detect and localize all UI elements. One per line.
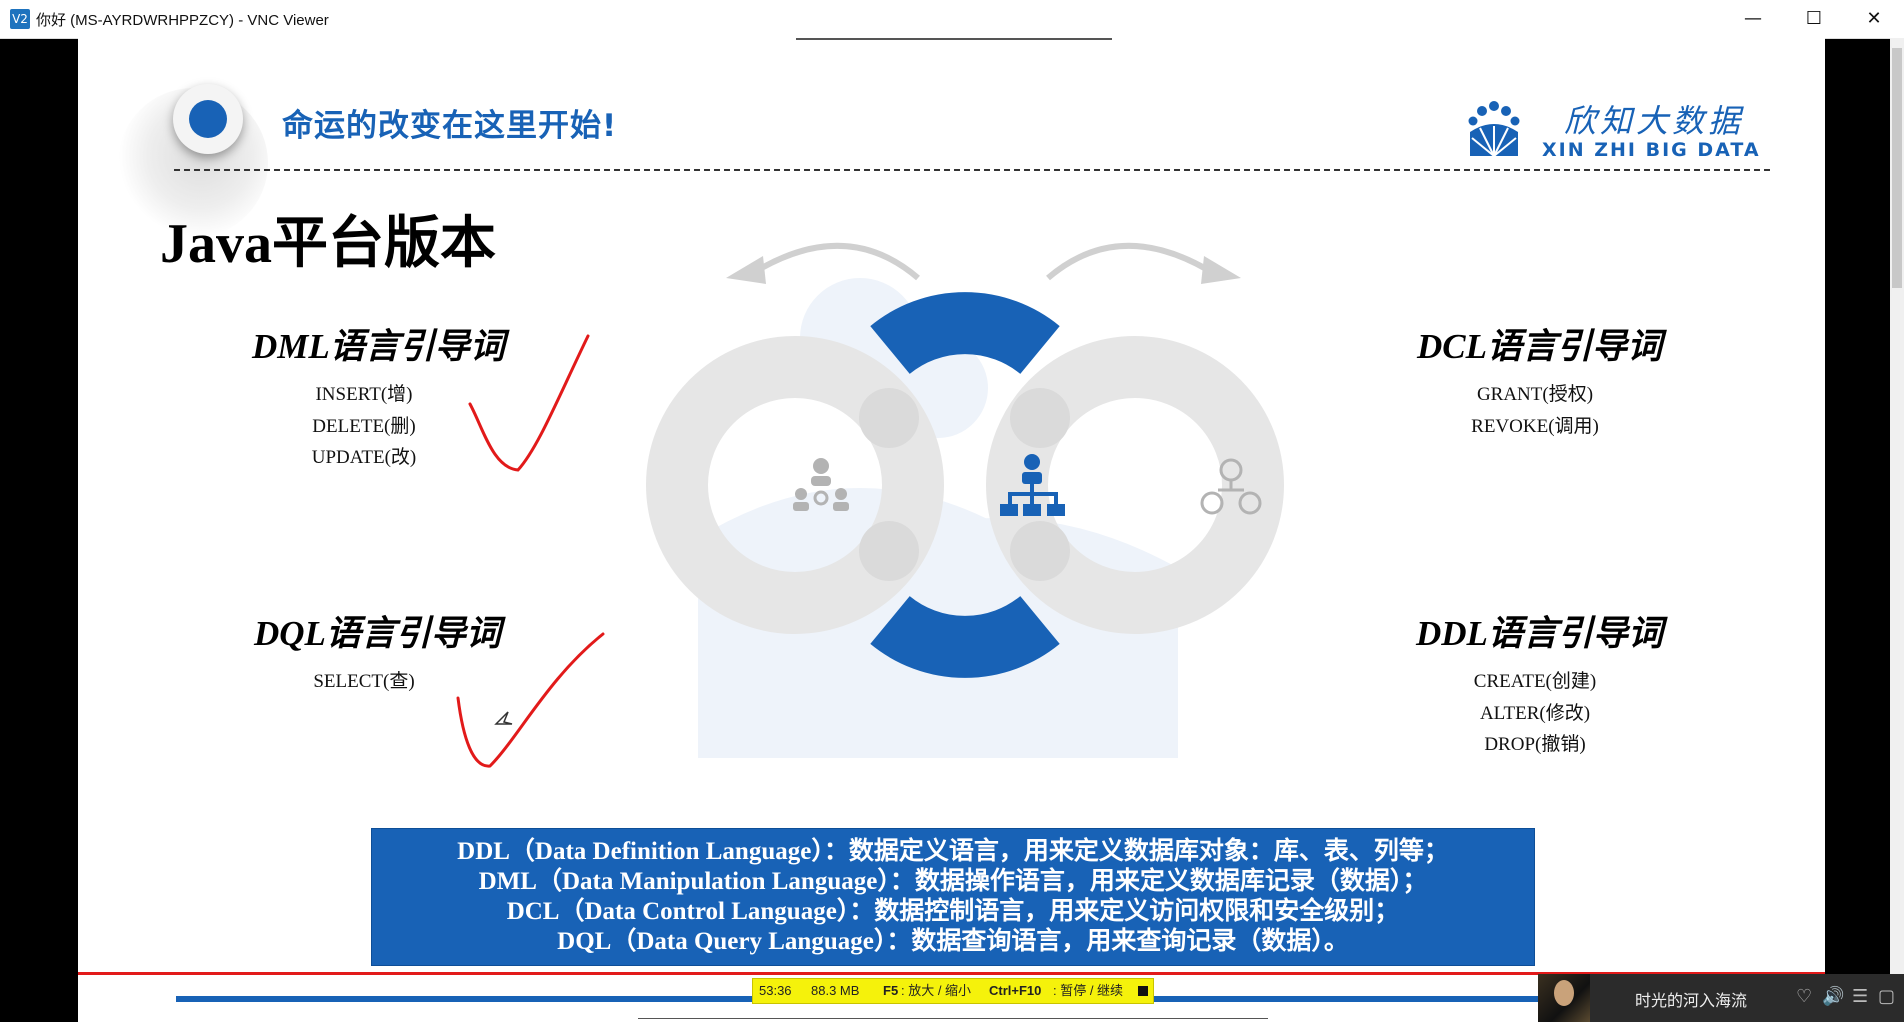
vnc-app-icon: V2 [10,9,30,29]
heart-icon[interactable]: ♡ [1796,986,1812,1007]
definition-dql: DQL（Data Query Language）：数据查询语言，用来查询记录（数… [557,928,1349,955]
brand-name-en: XIN ZHI BIG DATA [1542,139,1761,161]
definition-dcl: DCL（Data Control Language）：数据控制语言，用来定义访问… [506,898,1400,925]
mini-icon[interactable]: ▢ [1878,986,1895,1007]
minimize-button[interactable]: — [1725,0,1781,38]
playlist-icon[interactable]: ☰ [1852,986,1868,1007]
ddl-item: DROP(撤销) [1484,734,1586,755]
dml-item: INSERT(增) [315,384,413,405]
bullet-logo [173,84,243,154]
close-button[interactable]: ✕ [1846,0,1902,38]
song-title: 时光的河入海流 [1635,991,1748,1010]
dml-item: UPDATE(改) [311,447,417,468]
brand-fan-icon [1468,101,1520,157]
top-divider [796,38,1112,40]
ddl-item: ALTER(修改) [1479,702,1591,724]
vertical-scrollbar[interactable] [1890,38,1904,1022]
definition-dml: DML（Data Manipulation Language）：数据操作语言，用… [478,868,1428,895]
stop-icon[interactable] [1138,986,1148,996]
slogan: 命运的改变在这里开始! [282,108,618,144]
dql-item: SELECT(查) [313,671,415,692]
slide-title: Java平台版本 [160,213,496,275]
definition-ddl: DDL（Data Definition Language）：数据定义语言，用来定… [457,838,1449,865]
remote-slide: 命运的改变在这里开始! 欣知大数据 XIN ZHI BIG DATA Java平… [78,38,1825,1022]
window-titlebar[interactable]: V2 你好 (MS-AYRDWRHPPZCY) - VNC Viewer — ☐… [0,0,1904,39]
language-cycle-graphic [646,243,1284,758]
dcl-item: REVOKE(调用) [1471,415,1599,437]
recording-time: 53:36 [759,983,792,998]
logo-dot [189,100,227,138]
dcl-item: GRANT(授权) [1476,384,1594,405]
dcl-heading: DCL语言引导词 [1417,327,1663,366]
dml-list: INSERT(增) DELETE(删) UPDATE(改) [274,379,454,474]
music-player[interactable]: 时光的河入海流 ♡ 🔊 ☰ ▢ [1538,974,1904,1022]
recording-size: 88.3 MB [811,983,860,998]
definitions-box: DDL（Data Definition Language）：数据定义语言，用来定… [371,828,1535,966]
dml-item: DELETE(删) [312,415,416,437]
dashed-divider [174,169,1770,171]
dcl-list: GRANT(授权) REVOKE(调用) [1440,379,1630,442]
brand-name-cn: 欣知大数据 [1564,102,1745,140]
window-title: 你好 (MS-AYRDWRHPPZCY) - VNC Viewer [36,12,329,29]
recorder-status-bar[interactable]: 53:36 88.3 MB F5 : 放大 / 缩小 Ctrl+F10 : 暂停… [752,978,1154,1004]
album-face [1554,980,1574,1006]
ddl-list: CREATE(创建) ALTER(修改) DROP(撤销) [1435,666,1635,761]
ddl-heading: DDL语言引导词 [1416,614,1663,653]
pause-hint: : 暂停 / 继续 [1053,983,1124,998]
maximize-button[interactable]: ☐ [1786,0,1842,38]
mouse-pointer-icon [494,711,513,725]
dql-list: SELECT(查) [274,666,454,698]
dql-heading: DQL语言引导词 [254,614,501,653]
zoom-hint: : 放大 / 缩小 [901,983,972,998]
bottom-divider [638,1018,1268,1019]
volume-icon[interactable]: 🔊 [1822,986,1844,1007]
zoom-key: F5 [883,983,899,998]
pause-key: Ctrl+F10 [989,983,1042,998]
dml-heading: DML语言引导词 [252,327,505,366]
scrollbar-thumb[interactable] [1892,48,1902,288]
ddl-item: CREATE(创建) [1473,671,1597,692]
album-art[interactable] [1538,974,1590,1022]
